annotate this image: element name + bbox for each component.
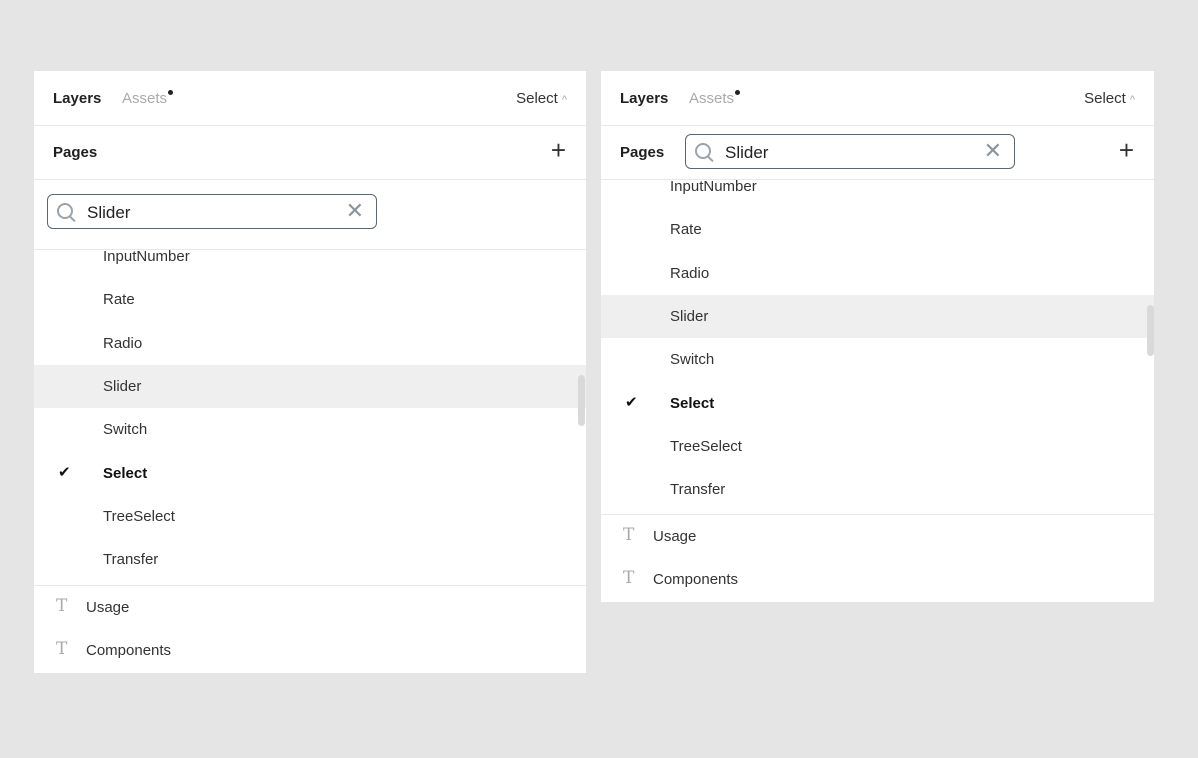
page-item[interactable]: Radio [601,252,1154,295]
pages-list: InputNumber Rate Radio Slider Switch ✔ S… [34,250,586,585]
frame-item[interactable]: T Components [34,629,586,672]
page-item[interactable]: Transfer [34,538,586,581]
search-value: Slider [87,203,131,222]
page-item[interactable]: Slider [601,294,1154,338]
chevron-up-icon: ^ [561,94,567,106]
frame-item-label: Components [653,571,739,588]
panel-header: Layers Assets Select ^ [601,71,1154,126]
frame-item-label: Usage [86,599,130,616]
page-item[interactable]: Slider [34,364,586,408]
frame-item[interactable]: T Usage [34,586,586,629]
pages-header: Pages + [34,126,586,180]
page-item[interactable]: Transfer [601,468,1154,511]
text-icon: T [623,568,635,588]
divider [34,249,586,250]
page-item-label: Slider [670,307,709,325]
page-item-label: Slider [103,377,142,395]
page-item-label: TreeSelect [670,437,742,455]
page-search-input[interactable]: Slider ✕ [685,134,1015,169]
page-item[interactable]: Rate [601,208,1154,251]
page-item-label: InputNumber [670,180,757,195]
search-value: Slider [725,143,769,162]
text-icon: T [56,639,68,659]
select-label: Select [516,90,558,107]
tab-assets-label: Assets [689,90,735,107]
frame-item[interactable]: T Usage [601,515,1154,558]
scrollbar[interactable] [578,375,585,426]
check-icon: ✔ [625,393,638,411]
notification-dot [735,90,741,95]
frame-item-label: Usage [653,528,697,545]
scrollbar[interactable] [1147,305,1154,356]
tab-assets[interactable]: Assets [122,90,174,107]
page-item-label: Switch [670,351,715,369]
search-icon [57,203,73,219]
frame-item[interactable]: T Components [601,558,1154,601]
tab-layers[interactable]: Layers [620,90,668,107]
page-item[interactable]: TreeSelect [34,495,586,538]
page-item-label: Rate [103,291,135,309]
tab-assets[interactable]: Assets [689,90,741,107]
page-item[interactable]: Rate [34,278,586,321]
tab-assets-label: Assets [122,90,168,107]
page-item[interactable]: Switch [601,338,1154,381]
page-item[interactable]: TreeSelect [601,425,1154,468]
page-item[interactable]: Switch [34,408,586,451]
page-item[interactable]: InputNumber [601,180,1154,208]
notification-dot [168,90,174,95]
select-dropdown[interactable]: Select ^ [1084,90,1135,107]
page-item-label: Transfer [670,481,726,499]
page-item-label: Select [103,464,148,482]
plus-icon[interactable]: + [1119,135,1134,165]
page-item-label: Select [670,394,715,412]
pages-label: Pages [53,144,98,161]
search-icon [695,143,711,159]
select-dropdown[interactable]: Select ^ [516,90,567,107]
text-icon: T [623,525,635,545]
page-item-label: Radio [103,334,143,352]
frame-item-label: Components [86,642,172,659]
page-item-label: InputNumber [103,250,190,265]
page-item-label: Radio [670,264,710,282]
select-label: Select [1084,90,1126,107]
page-item[interactable]: Radio [34,322,586,365]
page-item-label: Switch [103,421,148,439]
layers-panel-left: Layers Assets Select ^ Pages + InputNumbe… [34,71,586,673]
page-item-label: TreeSelect [103,507,175,525]
panel-header: Layers Assets Select ^ [34,71,586,126]
page-item-label: Transfer [103,551,159,569]
page-item-label: Rate [670,221,702,239]
layers-panel-right: Layers Assets Select ^ Pages + InputNumbe… [601,71,1154,602]
close-icon[interactable]: ✕ [346,198,364,224]
chevron-up-icon: ^ [1129,94,1135,106]
tab-layers[interactable]: Layers [53,90,101,107]
page-item[interactable]: ✔ Select [601,382,1154,425]
pages-list: InputNumber Rate Radio Slider Switch ✔ S… [601,180,1154,514]
check-icon: ✔ [58,463,71,481]
page-item[interactable]: InputNumber [34,250,586,278]
close-icon[interactable]: ✕ [984,138,1002,164]
page-search-input[interactable]: Slider ✕ [47,194,377,229]
plus-icon[interactable]: + [551,135,566,165]
text-icon: T [56,596,68,616]
page-item[interactable]: ✔ Select [34,452,586,495]
pages-label: Pages [620,144,665,161]
